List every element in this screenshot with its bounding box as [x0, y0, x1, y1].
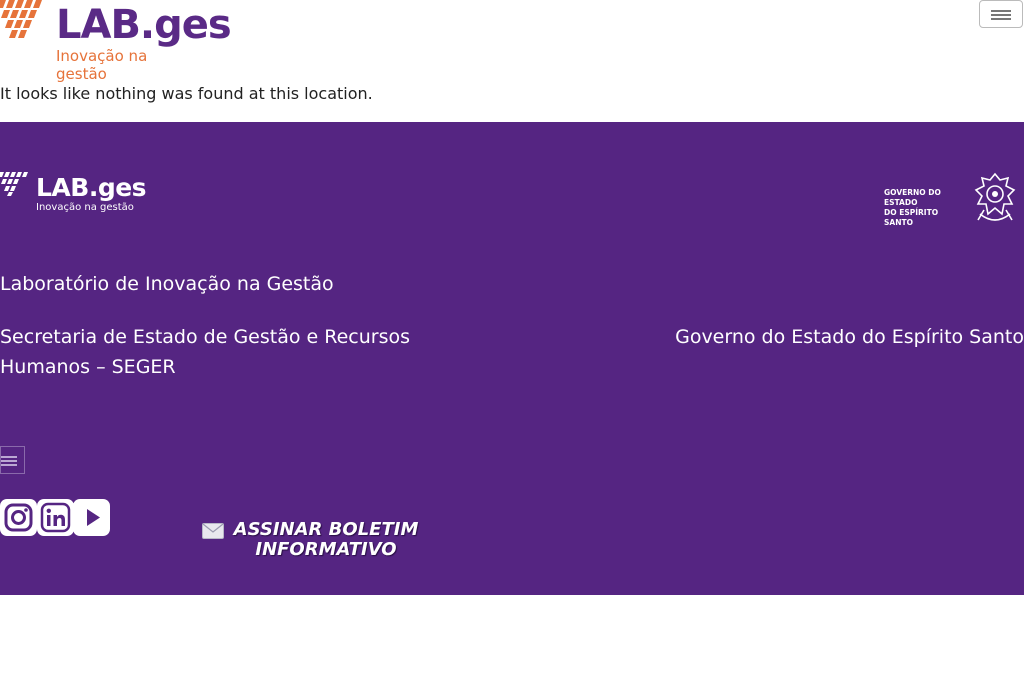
site-logo[interactable]: LAB.ges Inovação na gestão [0, 0, 232, 83]
logo-tagline: Inovação na gestão [56, 47, 148, 83]
youtube-link[interactable] [73, 499, 110, 536]
newsletter-label: ASSINAR BOLETIM INFORMATIVO [233, 519, 419, 560]
footer-logo-wordmark: LAB.ges [36, 173, 147, 202]
hamburger-icon [991, 10, 1011, 20]
logo-wordmark: LAB.ges [56, 2, 232, 48]
site-header: LAB.ges Inovação na gestão [0, 0, 1024, 83]
government-logo-text: GOVERNO DO ESTADO DO ESPÍRITO SANTO [884, 188, 941, 227]
not-found-message: It looks like nothing was found at this … [0, 84, 373, 103]
footer-logo[interactable]: LAB.ges Inovação na gestão [0, 172, 147, 216]
site-footer: LAB.ges Inovação na gestão GOVERNO DO ES… [0, 122, 1024, 595]
envelope-icon [202, 523, 224, 539]
logo-mark-icon [0, 172, 28, 196]
government-name: Governo do Estado do Espírito Santo [675, 326, 1024, 348]
footer-menu-toggle[interactable] [0, 446, 25, 474]
linkedin-link[interactable] [37, 499, 74, 536]
instagram-icon [4, 503, 33, 532]
hamburger-icon [1, 456, 17, 458]
linkedin-icon [40, 502, 71, 533]
newsletter-subscribe-button[interactable]: ASSINAR BOLETIM INFORMATIVO [202, 520, 426, 566]
menu-toggle-button[interactable] [979, 0, 1023, 28]
youtube-icon [87, 509, 100, 526]
government-logo[interactable]: GOVERNO DO ESTADO DO ESPÍRITO SANTO [884, 170, 1024, 228]
lab-name: Laboratório de Inovação na Gestão [0, 273, 334, 295]
instagram-link[interactable] [0, 499, 37, 536]
footer-logo-tagline: Inovação na gestão [36, 202, 134, 213]
logo-mark-icon [0, 0, 42, 38]
state-seal-icon [974, 172, 1016, 221]
secretariat-name: Secretaria de Estado de Gestão e Recurso… [0, 326, 411, 378]
